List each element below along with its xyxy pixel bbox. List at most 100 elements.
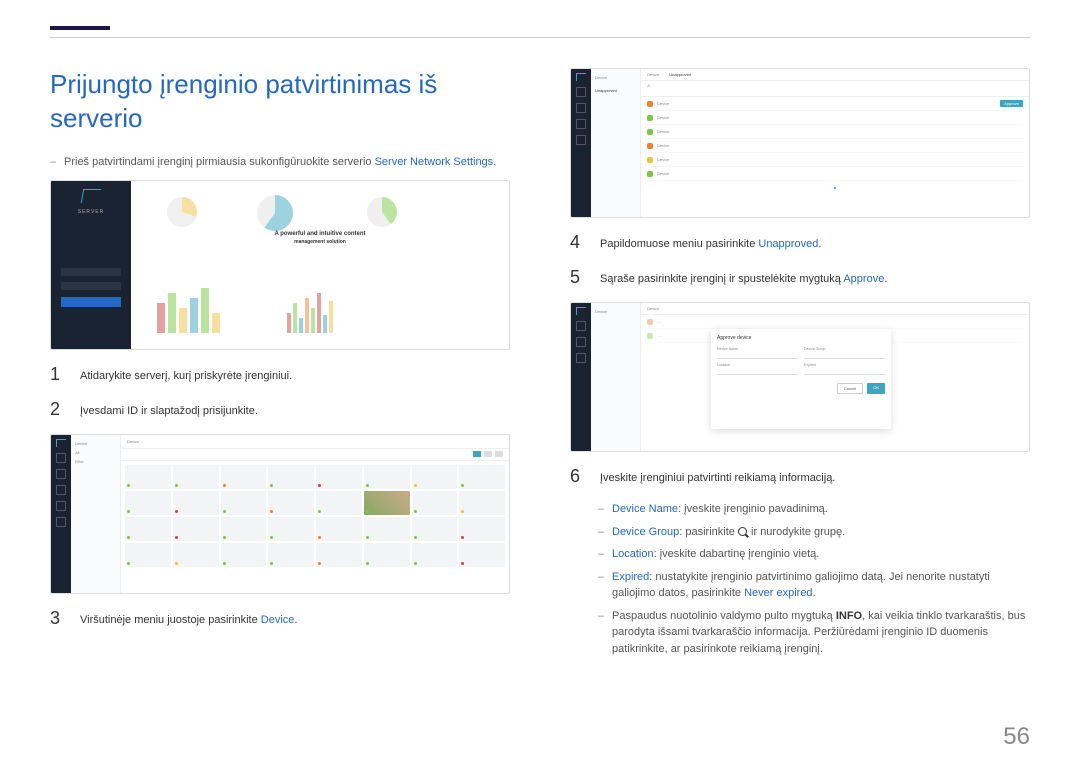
sidebar-item[interactable]: Filter [75, 457, 116, 466]
nav-icon[interactable] [56, 517, 66, 527]
pagination[interactable]: ■ [641, 181, 1029, 194]
sidebar-item[interactable]: Device [595, 73, 636, 82]
sidebar-item[interactable]: Device [75, 439, 116, 448]
sub-item-device-name: Device Name: įveskite įrenginio pavadini… [598, 501, 1030, 518]
device-tile[interactable] [173, 543, 219, 567]
device-tile[interactable] [316, 465, 362, 489]
device-tile[interactable] [412, 543, 458, 567]
toolbar-button[interactable] [484, 451, 492, 457]
nav-icon[interactable] [576, 103, 586, 113]
pie-chart-icon [167, 197, 197, 227]
device-tile[interactable] [459, 543, 505, 567]
sub-label: Device Name [612, 503, 678, 515]
left-column: Prijungto įrenginio patvirtinimas iš ser… [50, 68, 510, 663]
table-row[interactable]: Device [647, 125, 1023, 139]
sidebar-item[interactable]: All [75, 448, 116, 457]
device-tile[interactable] [125, 465, 171, 489]
toolbar-button[interactable] [473, 451, 481, 457]
table-row[interactable]: DeviceApprove [647, 97, 1023, 111]
ss2-rail [51, 435, 71, 593]
device-tile[interactable] [459, 491, 505, 515]
nav-icon[interactable] [576, 353, 586, 363]
step-6: 6 Įveskite įrenginiui patvirtinti reikia… [570, 466, 1030, 487]
device-tile[interactable] [364, 465, 410, 489]
device-name-field[interactable] [717, 351, 798, 359]
login-button[interactable] [61, 297, 121, 307]
step-4: 4 Papildomuose meniu pasirinkite Unappro… [570, 232, 1030, 253]
device-tile[interactable] [125, 543, 171, 567]
nav-icon[interactable] [576, 337, 586, 347]
step-text: Įvesdami ID ir slaptažodį prisijunkite. [80, 399, 258, 420]
sidebar-item[interactable]: Device [595, 307, 636, 316]
sub-label: Location [612, 548, 654, 560]
device-tile[interactable] [316, 517, 362, 541]
device-tile[interactable] [268, 465, 314, 489]
intro-note: Prieš patvirtindami įrenginį pirmiausia … [50, 156, 510, 168]
table-row[interactable]: Device [647, 153, 1023, 167]
step-number: 5 [570, 267, 584, 288]
expired-field[interactable] [804, 367, 885, 375]
device-tile[interactable] [316, 543, 362, 567]
nav-icon[interactable] [576, 87, 586, 97]
device-tile[interactable] [221, 465, 267, 489]
approve-button[interactable]: Approve [1000, 100, 1023, 107]
device-tile[interactable] [173, 491, 219, 515]
device-tile[interactable] [221, 491, 267, 515]
device-tile[interactable] [364, 543, 410, 567]
header-mark [50, 26, 110, 30]
unapproved-link: Unapproved [758, 238, 818, 250]
ok-button[interactable]: OK [867, 383, 885, 394]
page-title: Prijungto įrenginio patvirtinimas iš ser… [50, 68, 510, 136]
device-tile[interactable] [412, 491, 458, 515]
device-tile[interactable] [459, 517, 505, 541]
sub-text: : įveskite įrenginio pavadinimą. [678, 503, 828, 515]
device-tile[interactable] [364, 491, 410, 515]
device-tile[interactable] [364, 517, 410, 541]
table-row[interactable]: Device [647, 111, 1023, 125]
nav-icon[interactable] [56, 453, 66, 463]
step-text-suffix: . [818, 238, 821, 250]
sidebar-item-unapproved[interactable]: Unapproved [595, 86, 636, 95]
toolbar-button[interactable] [495, 451, 503, 457]
device-tile[interactable] [459, 465, 505, 489]
device-table: DeviceApprove Device Device Device Devic… [641, 97, 1029, 181]
bar-chart-icon [157, 288, 220, 333]
ss2-toolbar [121, 449, 509, 461]
tab-unapproved[interactable]: Unapproved [669, 72, 691, 77]
table-row[interactable]: Device [647, 167, 1023, 181]
nav-icon[interactable] [576, 119, 586, 129]
cancel-button[interactable]: Cancel [837, 383, 863, 394]
device-tile[interactable] [268, 517, 314, 541]
step-2: 2 Įvesdami ID ir slaptažodį prisijunkite… [50, 399, 510, 420]
location-field[interactable] [717, 367, 798, 375]
device-tile[interactable] [221, 517, 267, 541]
sub-item-device-group: Device Group: pasirinkite ir nurodykite … [598, 524, 1030, 541]
nav-icon[interactable] [576, 321, 586, 331]
login-id-field[interactable] [61, 268, 121, 276]
device-tile[interactable] [412, 517, 458, 541]
table-row[interactable]: Device [647, 139, 1023, 153]
step-number: 3 [50, 608, 64, 629]
device-tile[interactable] [316, 491, 362, 515]
ss4-rail [571, 303, 591, 451]
device-tile[interactable] [173, 465, 219, 489]
device-tile[interactable] [412, 465, 458, 489]
nav-icon[interactable] [56, 469, 66, 479]
nav-icon[interactable] [56, 485, 66, 495]
device-tile[interactable] [125, 517, 171, 541]
device-group-field[interactable] [804, 351, 885, 359]
breadcrumb: Device [647, 72, 659, 77]
device-tile[interactable] [173, 517, 219, 541]
logo-icon [81, 189, 101, 203]
step-number: 6 [570, 466, 584, 487]
nav-icon[interactable] [576, 135, 586, 145]
device-tile[interactable] [268, 543, 314, 567]
ss3-rail [571, 69, 591, 217]
device-tile[interactable] [125, 491, 171, 515]
login-password-field[interactable] [61, 282, 121, 290]
step-text: Atidarykite serverį, kurį priskyrėte įre… [80, 364, 292, 385]
step-text-suffix: . [294, 614, 297, 626]
device-tile[interactable] [268, 491, 314, 515]
device-tile[interactable] [221, 543, 267, 567]
nav-icon[interactable] [56, 501, 66, 511]
